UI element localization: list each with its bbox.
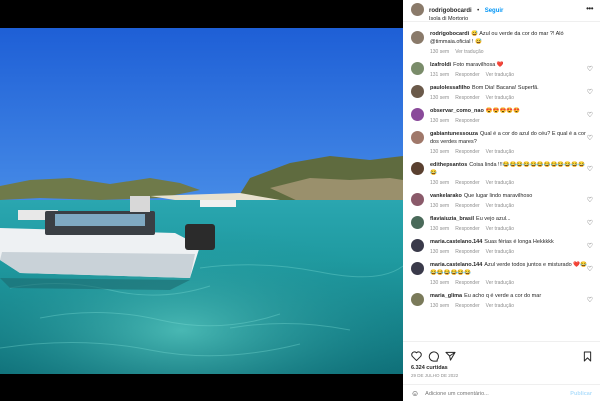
comment-text: Eu acho q é verde a cor do mar bbox=[464, 293, 542, 299]
commenter-username[interactable]: paulolessafilho bbox=[430, 85, 470, 91]
see-translation-link[interactable]: Ver tradução bbox=[486, 303, 514, 309]
comment-text: Suas férias é longa Hekkkkk bbox=[484, 239, 554, 245]
add-comment-bar: ☺ Publicar bbox=[403, 384, 600, 401]
commenter-avatar[interactable] bbox=[411, 108, 424, 121]
commenter-avatar[interactable] bbox=[411, 85, 424, 98]
comment-like-heart-icon[interactable]: ♡ bbox=[587, 242, 593, 250]
commenter-username[interactable]: observar_como_nao bbox=[430, 108, 484, 114]
separator-dot: • bbox=[477, 8, 480, 14]
comment-item: maria.castelano.144 Azul verde todos junt… bbox=[403, 255, 600, 286]
comment-text: Foto maravilhosa ❤️ bbox=[453, 62, 504, 68]
author-avatar[interactable] bbox=[411, 31, 424, 44]
author-username[interactable]: rodrigobocardi bbox=[429, 8, 472, 14]
comment-text: 😍😍😍😍😍 bbox=[485, 108, 521, 114]
caption: rodrigobocardi 😅 Azul ou verde da cor do … bbox=[403, 24, 600, 55]
commenter-avatar[interactable] bbox=[411, 62, 424, 75]
commenter-username[interactable]: maria.castelano.144 bbox=[430, 262, 482, 268]
comment-like-heart-icon[interactable]: ♡ bbox=[587, 88, 593, 96]
author-avatar[interactable] bbox=[411, 3, 424, 16]
commenter-username[interactable]: flaviaiuzia_brasil bbox=[430, 216, 474, 222]
commenter-username[interactable]: edithepsantos bbox=[430, 162, 467, 168]
share-icon[interactable] bbox=[445, 351, 456, 361]
commenter-avatar[interactable] bbox=[411, 262, 424, 275]
likes-count[interactable]: 6.324 curtidas bbox=[403, 364, 600, 371]
post-location[interactable]: Isola di Mortorio bbox=[429, 15, 503, 24]
commenter-username[interactable]: maria.castelano.144 bbox=[430, 239, 482, 245]
comment-item: gabiantunessouza Qual é a cor do azul do … bbox=[403, 124, 600, 155]
commenter-username[interactable]: vankelarako bbox=[430, 193, 462, 199]
commenter-avatar[interactable] bbox=[411, 131, 424, 144]
comment-item: edithepsantos Coisa linda !!!😂😂😂😂😂😂😂😂😂😂😂😂… bbox=[403, 155, 600, 186]
commenter-avatar[interactable] bbox=[411, 193, 424, 206]
comment-like-heart-icon[interactable]: ♡ bbox=[587, 196, 593, 204]
post-side-panel: rodrigobocardi • Seguir Isola di Mortori… bbox=[403, 0, 600, 401]
bookmark-icon[interactable] bbox=[583, 351, 592, 362]
commenter-username[interactable]: maria_glima bbox=[430, 293, 462, 299]
comment-like-heart-icon[interactable]: ♡ bbox=[587, 265, 593, 273]
reply-link[interactable]: Responder bbox=[455, 303, 479, 309]
comment-like-heart-icon[interactable]: ♡ bbox=[587, 219, 593, 227]
comment-text: Eu vejo azul... bbox=[476, 216, 511, 222]
comment-text: Bom Dia! Bacana! Superfã. bbox=[472, 85, 539, 91]
post-header: rodrigobocardi • Seguir Isola di Mortori… bbox=[403, 0, 600, 22]
boat-on-turquoise-sea-image bbox=[0, 28, 403, 374]
commenter-avatar[interactable] bbox=[411, 216, 424, 229]
comment-text: Que lugar lindo maravilhoso bbox=[463, 193, 533, 199]
comment-item: maria_glima Eu acho q é verde a cor do ma… bbox=[403, 286, 600, 309]
commenter-avatar[interactable] bbox=[411, 239, 424, 252]
comment-like-heart-icon[interactable]: ♡ bbox=[587, 296, 593, 304]
emoji-icon[interactable]: ☺ bbox=[411, 389, 419, 398]
comment-icon[interactable] bbox=[428, 350, 439, 362]
author-info: rodrigobocardi • Seguir Isola di Mortori… bbox=[429, 3, 503, 24]
comment-time: 130 sem bbox=[430, 303, 450, 309]
comment-like-heart-icon[interactable]: ♡ bbox=[587, 65, 593, 73]
heart-icon[interactable] bbox=[411, 351, 422, 361]
commenter-username[interactable]: gabiantunessouza bbox=[430, 131, 478, 137]
commenter-avatar[interactable] bbox=[411, 162, 424, 175]
comment-like-heart-icon[interactable]: ♡ bbox=[587, 134, 593, 142]
comment-like-heart-icon[interactable]: ♡ bbox=[587, 165, 593, 173]
action-icons bbox=[403, 342, 600, 364]
follow-button[interactable]: Seguir bbox=[485, 8, 504, 14]
comment-like-heart-icon[interactable]: ♡ bbox=[587, 111, 593, 119]
comment-item: lzafroldi Foto maravilhosa ❤️ 131 sem Respo… bbox=[403, 55, 600, 78]
more-horizontal-icon[interactable]: ••• bbox=[586, 4, 593, 13]
commenter-avatar[interactable] bbox=[411, 293, 424, 306]
commenter-username[interactable]: lzafroldi bbox=[430, 62, 451, 68]
comment-item: paulolessafilho Bom Dia! Bacana! Superfã.… bbox=[403, 78, 600, 101]
comments-list[interactable]: rodrigobocardi 😅 Azul ou verde da cor do … bbox=[403, 24, 600, 340]
comment-item: flaviaiuzia_brasil Eu vejo azul... 130 sem… bbox=[403, 209, 600, 232]
post-actions: 6.324 curtidas 29 de julho de 2022 ☺ Pub… bbox=[403, 341, 600, 401]
caption-username[interactable]: rodrigobocardi bbox=[430, 31, 469, 37]
instagram-post-modal: rodrigobocardi • Seguir Isola di Mortori… bbox=[0, 0, 600, 401]
publish-button[interactable]: Publicar bbox=[570, 391, 592, 397]
comment-item: maria.castelano.144 Suas férias é longa H… bbox=[403, 232, 600, 255]
post-date: 29 de julho de 2022 bbox=[411, 373, 459, 378]
post-photo[interactable] bbox=[0, 28, 403, 374]
comment-input[interactable] bbox=[425, 390, 571, 397]
comment-item: observar_como_nao 😍😍😍😍😍 130 sem Responder ♡ bbox=[403, 101, 600, 124]
comment-item: vankelarako Que lugar lindo maravilhoso 13… bbox=[403, 186, 600, 209]
